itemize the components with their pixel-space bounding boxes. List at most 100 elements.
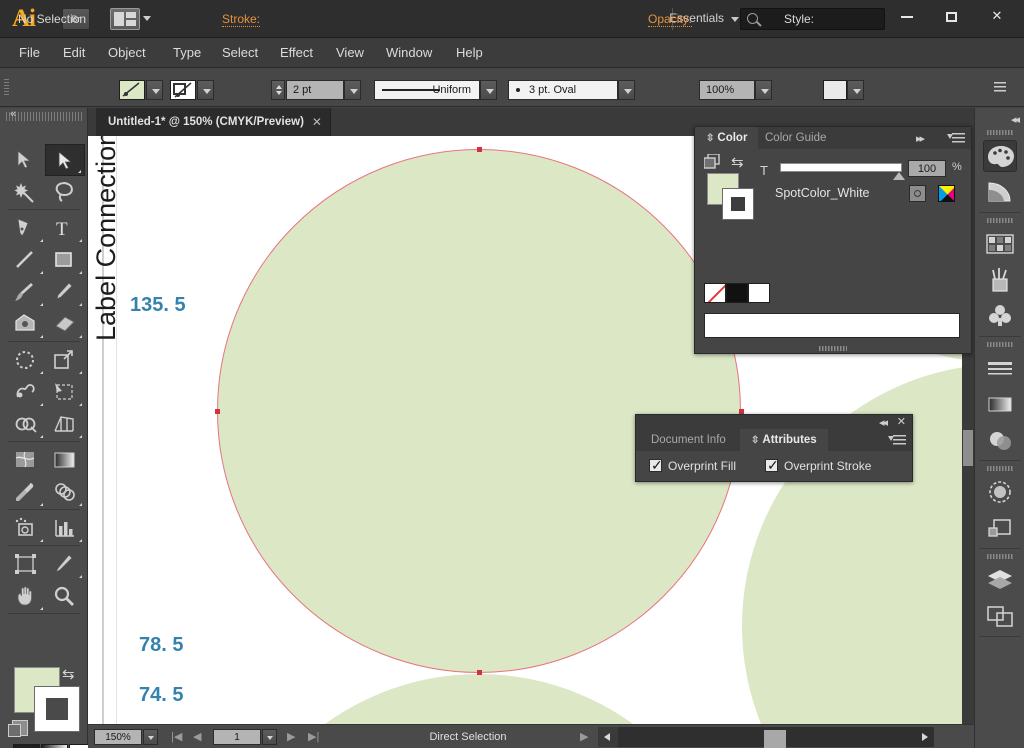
artboard-dropdown[interactable]	[262, 729, 277, 745]
menu-effect[interactable]: Effect	[271, 38, 322, 68]
overprint-fill-checkbox[interactable]	[649, 457, 663, 474]
overprint-stroke-checkbox[interactable]	[765, 457, 779, 474]
menu-help[interactable]: Help	[447, 38, 492, 68]
hand-tool[interactable]	[6, 580, 46, 612]
pencil-tool[interactable]	[45, 276, 85, 308]
graphic-style-dropdown[interactable]	[847, 80, 864, 100]
artwork-vertical-text[interactable]: Label Connections Limited	[91, 136, 122, 341]
tools-panel-grip[interactable]	[6, 108, 82, 121]
menu-object[interactable]: Object	[99, 38, 155, 68]
color-spectrum-icon[interactable]	[938, 185, 955, 202]
stroke-label[interactable]: Stroke:	[222, 12, 261, 27]
dock-group-grip[interactable]	[987, 130, 1013, 135]
shape-circle-bottom[interactable]	[217, 674, 741, 724]
opacity-field[interactable]: 100%	[699, 80, 755, 100]
collapse-panel-icon[interactable]: ◂◂	[879, 416, 888, 429]
color-panel[interactable]: ⇳ Color Color Guide ▸▸ ⇆ T 100 % SpotColo…	[694, 126, 972, 354]
color-mode-button[interactable]	[13, 744, 40, 748]
lasso-tool[interactable]	[45, 176, 85, 208]
magic-wand-tool[interactable]	[6, 176, 46, 208]
symbol-sprayer-tool[interactable]	[6, 512, 46, 544]
scroll-left-button[interactable]	[598, 727, 618, 747]
dock-group-grip[interactable]	[987, 218, 1013, 223]
minimize-button[interactable]	[885, 2, 929, 30]
artboards-icon[interactable]	[983, 600, 1017, 632]
anchor-point-bottom[interactable]	[477, 670, 482, 675]
tab-document-info[interactable]: Document Info	[640, 429, 737, 451]
swatch-none[interactable]	[704, 283, 726, 303]
out-of-gamut-icon[interactable]	[909, 185, 926, 202]
stroke-weight-stepper[interactable]	[271, 80, 285, 100]
canvas-horizontal-scrollbar[interactable]	[618, 727, 934, 748]
swap-fill-stroke-icon[interactable]: ⇆	[62, 667, 78, 684]
attributes-panel[interactable]: ◂◂ ✕ Document Info ⇳Attributes Overprint…	[635, 414, 913, 482]
swatches-icon[interactable]	[983, 228, 1017, 260]
rectangle-tool[interactable]	[45, 244, 85, 276]
selection-tool[interactable]	[6, 144, 46, 176]
control-bar-grip[interactable]	[4, 79, 9, 97]
menu-view[interactable]: View	[327, 38, 373, 68]
brushes-icon[interactable]	[983, 264, 1017, 296]
tab-color[interactable]: ⇳ Color	[695, 127, 759, 149]
fill-swatch-dropdown[interactable]	[146, 80, 163, 100]
previous-artboard-icon[interactable]: ◀	[193, 730, 201, 743]
dock-group-grip[interactable]	[987, 466, 1013, 471]
expand-dock-icon[interactable]: ◂◂	[1011, 113, 1020, 126]
anchor-point-left[interactable]	[215, 409, 220, 414]
direct-selection-tool[interactable]	[45, 144, 85, 176]
dock-group-grip[interactable]	[987, 554, 1013, 559]
stroke-weight-dropdown[interactable]	[344, 80, 361, 100]
fill-stroke-indicator-icon[interactable]	[703, 153, 721, 169]
opacity-dropdown[interactable]	[755, 80, 772, 100]
selected-circle-path[interactable]	[217, 149, 741, 673]
warp-tool[interactable]	[6, 376, 46, 408]
swap-colors-icon[interactable]: ⇆	[731, 153, 744, 171]
brush-definition-field[interactable]: 3 pt. Oval	[508, 80, 618, 100]
dock-group-grip[interactable]	[987, 342, 1013, 347]
scrollbar-thumb-vertical[interactable]	[963, 430, 973, 466]
gradient-icon[interactable]	[983, 388, 1017, 420]
column-graph-tool[interactable]	[45, 512, 85, 544]
tool-status-label[interactable]: Direct Selection	[328, 729, 608, 745]
free-transform-tool[interactable]	[45, 376, 85, 408]
status-menu-icon[interactable]: ▶	[580, 730, 588, 743]
tint-slider-thumb[interactable]	[893, 172, 905, 180]
color-panel-menu-icon[interactable]	[947, 133, 965, 144]
symbols-icon[interactable]	[983, 300, 1017, 332]
tab-attributes[interactable]: ⇳ Attributes	[740, 429, 828, 451]
chevron-down-icon[interactable]	[143, 16, 151, 21]
artboard-number-field[interactable]: 1	[213, 729, 261, 745]
graphic-style-swatch[interactable]	[823, 80, 847, 100]
blend-tool[interactable]	[45, 476, 85, 508]
paintbrush-tool[interactable]	[6, 276, 46, 308]
tab-color-guide[interactable]: Color Guide	[754, 127, 837, 149]
stroke-icon[interactable]	[983, 352, 1017, 384]
artboard-tool[interactable]	[6, 548, 46, 580]
appearance-icon[interactable]	[983, 476, 1017, 508]
color-guide-icon[interactable]	[983, 176, 1017, 208]
attributes-panel-menu-icon[interactable]	[888, 435, 906, 446]
stroke-color-swatch[interactable]	[170, 80, 196, 100]
pen-tool[interactable]	[6, 212, 46, 244]
mesh-tool[interactable]	[6, 444, 46, 476]
collapse-panel-icon[interactable]: ▸▸	[916, 132, 925, 145]
stroke-proxy-swatch[interactable]	[34, 686, 80, 732]
last-artboard-icon[interactable]: ▶|	[308, 730, 319, 743]
eraser-tool[interactable]	[45, 308, 85, 340]
scroll-right-icon[interactable]	[922, 733, 928, 741]
type-tool[interactable]: T	[45, 212, 85, 244]
panel-stroke-swatch[interactable]	[722, 188, 754, 220]
shape-builder-tool[interactable]	[6, 408, 46, 440]
tint-slider[interactable]	[780, 163, 902, 172]
eyedropper-tool[interactable]	[6, 476, 46, 508]
tint-value-field[interactable]: 100	[908, 160, 946, 177]
menu-select[interactable]: Select	[213, 38, 267, 68]
perspective-grid-tool[interactable]	[45, 408, 85, 440]
default-fill-stroke-icon[interactable]	[8, 720, 28, 737]
control-bar-menu-icon[interactable]	[994, 80, 1010, 94]
color-panel-icon[interactable]	[983, 140, 1017, 172]
document-tab[interactable]: Untitled-1* @ 150% (CMYK/Preview) ✕	[96, 108, 331, 136]
first-artboard-icon[interactable]: |◀	[171, 730, 182, 743]
opacity-label[interactable]: Opacity:	[648, 12, 693, 27]
zoom-level-field[interactable]: 150%	[94, 729, 142, 745]
